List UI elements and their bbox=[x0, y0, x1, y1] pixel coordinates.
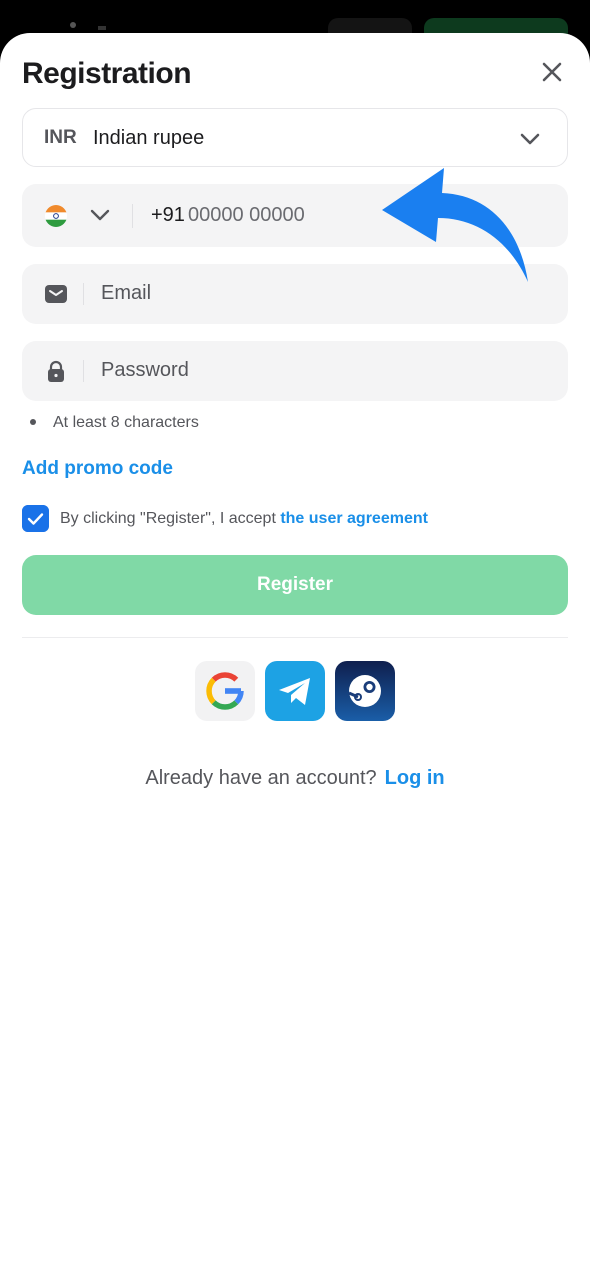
password-input[interactable]: Password bbox=[101, 359, 189, 382]
close-icon[interactable] bbox=[538, 58, 566, 86]
divider bbox=[132, 204, 133, 228]
phone-input[interactable]: 00000 00000 bbox=[188, 204, 305, 227]
telegram-login-button[interactable] bbox=[265, 661, 325, 721]
phone-prefix: +91 bbox=[151, 204, 185, 226]
email-input[interactable]: Email bbox=[101, 282, 151, 305]
annotation-arrow-icon bbox=[382, 168, 528, 282]
agreement-text: By clicking "Register", I accept the use… bbox=[60, 510, 428, 528]
password-hint: At least 8 characters bbox=[30, 414, 199, 432]
login-link[interactable]: Log in bbox=[385, 767, 445, 789]
telegram-icon bbox=[279, 678, 310, 705]
google-icon bbox=[206, 672, 244, 710]
currency-code: INR bbox=[44, 127, 77, 148]
india-flag-icon[interactable] bbox=[45, 205, 67, 227]
mail-icon bbox=[45, 285, 67, 303]
steam-login-button[interactable] bbox=[335, 661, 395, 721]
password-hint-text: At least 8 characters bbox=[53, 414, 199, 431]
register-button[interactable]: Register bbox=[22, 555, 568, 615]
user-agreement-link[interactable]: the user agreement bbox=[280, 510, 428, 527]
login-prompt: Already have an account? Log in bbox=[0, 767, 590, 790]
background-icon bbox=[98, 26, 106, 30]
page-title: Registration bbox=[22, 57, 192, 90]
currency-name: Indian rupee bbox=[93, 127, 205, 149]
divider bbox=[83, 360, 84, 382]
chevron-down-icon bbox=[520, 133, 540, 145]
currency-select[interactable]: INR Indian rupee bbox=[22, 108, 568, 167]
google-login-button[interactable] bbox=[195, 661, 255, 721]
lock-icon bbox=[48, 360, 64, 382]
add-promo-code-link[interactable]: Add promo code bbox=[22, 458, 173, 480]
chevron-down-icon[interactable] bbox=[88, 203, 112, 227]
divider bbox=[22, 637, 568, 638]
background-icon bbox=[70, 22, 76, 28]
steam-icon bbox=[348, 675, 381, 707]
bullet-icon bbox=[30, 418, 36, 425]
agreement-checkbox[interactable] bbox=[22, 505, 49, 532]
divider bbox=[83, 283, 84, 305]
password-field[interactable]: Password bbox=[22, 341, 568, 401]
login-question: Already have an account? bbox=[145, 767, 377, 789]
agreement-label: By clicking "Register", I accept bbox=[60, 510, 281, 527]
